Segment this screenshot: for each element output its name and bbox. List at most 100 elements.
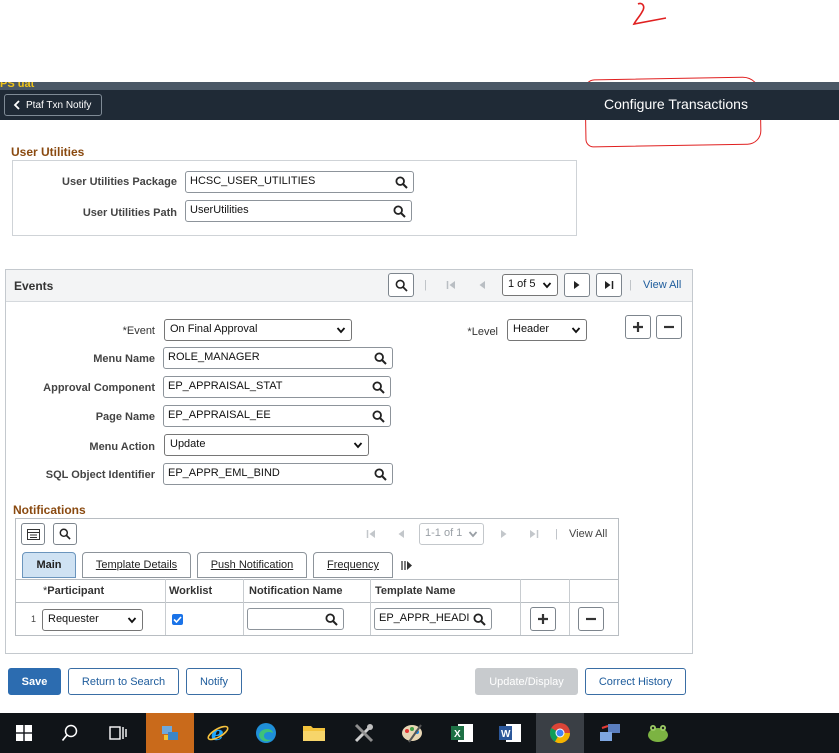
search-icon[interactable]: [46, 713, 94, 753]
first-page-icon[interactable]: [366, 529, 376, 539]
return-to-search-button[interactable]: Return to Search: [68, 668, 179, 695]
level-select[interactable]: Header: [507, 319, 587, 341]
sql-object-label: SQL Object Identifier: [45, 469, 155, 481]
previous-page-icon[interactable]: [397, 529, 405, 539]
add-event-button[interactable]: [625, 315, 651, 339]
page-name-value: EP_APPRAISAL_EE: [168, 409, 271, 421]
tools-icon[interactable]: [340, 713, 388, 753]
participant-value: Requester: [48, 613, 99, 625]
notification-name-input[interactable]: [247, 608, 344, 630]
worklist-checkbox[interactable]: [172, 614, 183, 625]
chevron-down-icon: [336, 327, 346, 334]
events-view-all-link[interactable]: View All: [643, 279, 681, 291]
internet-explorer-icon[interactable]: e: [194, 713, 242, 753]
events-title: Events: [14, 279, 54, 293]
delete-row-button[interactable]: [578, 607, 604, 631]
svg-text:W: W: [501, 729, 511, 740]
svg-text:X: X: [454, 729, 461, 740]
user-utilities-title: User Utilities: [11, 145, 85, 159]
correct-history-button[interactable]: Correct History: [585, 668, 686, 695]
events-pager-value: 1 of 5: [508, 278, 536, 290]
grid-find-button[interactable]: [53, 523, 77, 545]
page-title: Configure Transactions: [604, 96, 748, 112]
template-name-input[interactable]: EP_APPR_HEADI: [374, 608, 492, 630]
network-icon[interactable]: [586, 713, 634, 753]
last-page-icon[interactable]: [529, 529, 539, 539]
row-number: 1: [31, 614, 37, 624]
lookup-icon[interactable]: [374, 468, 387, 481]
lookup-icon[interactable]: [374, 352, 387, 365]
chevron-down-icon: [571, 327, 581, 334]
package-input[interactable]: HCSC_USER_UTILITIES: [185, 171, 414, 193]
personalize-grid-button[interactable]: [21, 523, 45, 545]
participant-select[interactable]: Requester: [42, 609, 143, 631]
notify-button[interactable]: Notify: [186, 668, 242, 695]
path-label: User Utilities Path: [82, 207, 177, 219]
add-row-button[interactable]: [530, 607, 556, 631]
update-display-button[interactable]: Update/Display: [475, 668, 578, 695]
event-value: On Final Approval: [170, 323, 258, 335]
lookup-icon[interactable]: [393, 205, 406, 218]
tab-main[interactable]: Main: [22, 552, 76, 578]
grid-pager-select[interactable]: 1-1 of 1: [419, 523, 484, 545]
page-name-input[interactable]: EP_APPRAISAL_EE: [163, 405, 391, 427]
notification-name-header: Notification Name: [249, 585, 343, 597]
approval-component-label: Approval Component: [43, 382, 155, 394]
lookup-icon[interactable]: [372, 381, 385, 394]
path-value: UserUtilities: [190, 204, 249, 216]
events-pager-select[interactable]: 1 of 5: [502, 274, 558, 296]
next-page-button[interactable]: [564, 273, 590, 297]
back-button[interactable]: Ptaf Txn Notify: [4, 94, 103, 116]
menu-action-select[interactable]: Update: [164, 434, 369, 456]
lookup-icon[interactable]: [372, 410, 385, 423]
save-button[interactable]: Save: [8, 668, 61, 695]
lookup-icon[interactable]: [473, 613, 486, 626]
file-explorer-icon[interactable]: [290, 713, 338, 753]
chrome-icon[interactable]: [536, 713, 584, 753]
env-label: PS uat: [0, 82, 35, 90]
back-button-label: Ptaf Txn Notify: [26, 99, 92, 111]
task-view-icon[interactable]: [94, 713, 142, 753]
previous-page-icon[interactable]: [478, 280, 486, 290]
tab-push-notification[interactable]: Push Notification: [197, 552, 307, 578]
frog-app-icon[interactable]: [634, 713, 682, 753]
lookup-icon[interactable]: [395, 176, 408, 189]
event-select[interactable]: On Final Approval: [164, 319, 352, 341]
word-icon[interactable]: W: [486, 713, 534, 753]
last-page-button[interactable]: [596, 273, 622, 297]
separator: |: [424, 279, 427, 291]
svg-text:e: e: [211, 721, 224, 745]
approval-component-input[interactable]: EP_APPRAISAL_STAT: [163, 376, 391, 398]
tab-template-details[interactable]: Template Details: [82, 552, 191, 578]
first-page-icon[interactable]: [446, 280, 456, 290]
edge-icon[interactable]: [242, 713, 290, 753]
header-bar: Ptaf Txn Notify Configure Transactions: [0, 90, 839, 120]
lookup-icon[interactable]: [325, 613, 338, 626]
grid-view-all-link[interactable]: View All: [569, 528, 607, 540]
menu-name-label: Menu Name: [93, 353, 155, 365]
show-all-columns-icon[interactable]: [401, 560, 413, 571]
paint-icon[interactable]: [388, 713, 436, 753]
next-page-icon[interactable]: [500, 529, 508, 539]
package-value: HCSC_USER_UTILITIES: [190, 175, 316, 187]
events-find-button[interactable]: [388, 273, 414, 297]
event-label: *Event: [122, 325, 155, 337]
windows-start-icon[interactable]: [0, 713, 48, 753]
participant-header-label: Participant: [47, 585, 105, 597]
package-label: User Utilities Package: [62, 176, 177, 188]
template-name-header: Template Name: [375, 585, 456, 597]
delete-event-button[interactable]: [656, 315, 682, 339]
menu-name-value: ROLE_MANAGER: [168, 351, 260, 363]
tab-frequency[interactable]: Frequency: [313, 552, 393, 578]
path-input[interactable]: UserUtilities: [185, 200, 412, 222]
menu-name-input[interactable]: ROLE_MANAGER: [163, 347, 393, 369]
menu-action-label: Menu Action: [89, 441, 155, 453]
notifications-title: Notifications: [13, 503, 86, 517]
app-icon[interactable]: [146, 713, 194, 753]
grid-pager-value: 1-1 of 1: [425, 527, 463, 539]
excel-icon[interactable]: X: [438, 713, 486, 753]
sql-object-input[interactable]: EP_APPR_EML_BIND: [163, 463, 393, 485]
last-page-icon: [605, 281, 614, 289]
separator: |: [555, 528, 558, 540]
next-page-icon: [574, 281, 580, 289]
